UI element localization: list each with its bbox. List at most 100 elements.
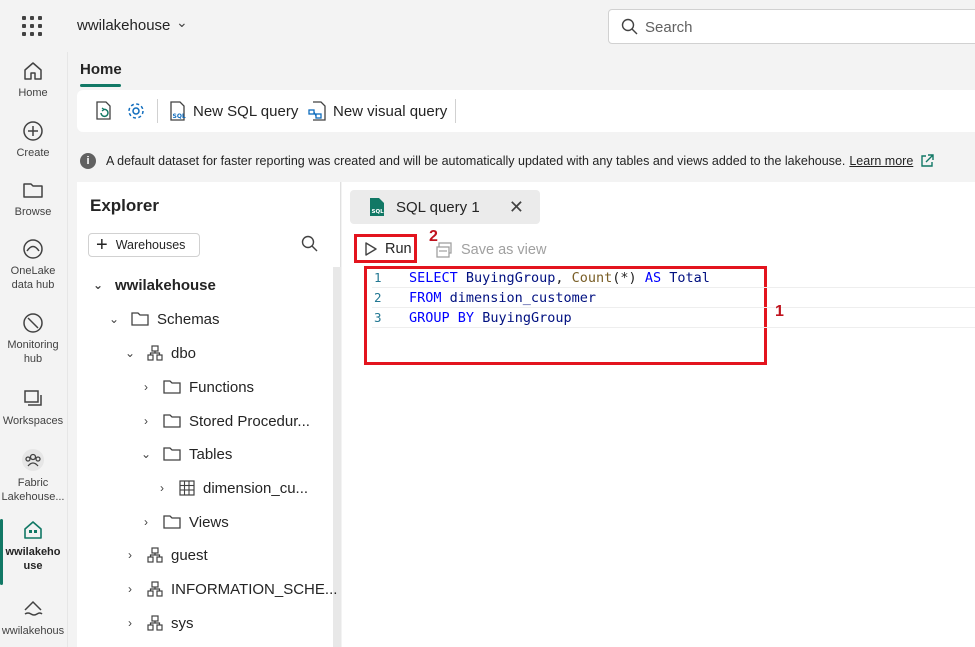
info-message: A default dataset for faster reporting w… [106, 154, 846, 168]
warehouses-label: Warehouses [115, 238, 186, 252]
tree-item-lakehouse[interactable]: ⌄ wwilakehouse [91, 273, 216, 297]
rail-item-monitoring[interactable]: Monitoring hub [0, 312, 66, 366]
code-line-text: FROM dimension_customer [409, 290, 596, 306]
new-visual-query-button[interactable]: New visual query [307, 98, 447, 124]
code-line-text: SELECT BuyingGroup, Count(*) AS Total [409, 270, 710, 286]
rail-item-fabric-lakehouse[interactable]: Fabric Lakehouse... [0, 448, 66, 504]
home-icon [24, 62, 42, 80]
chevron-down-icon[interactable]: ⌄ [91, 278, 105, 292]
query-editor-panel: SQL SQL query 1 ✕ Run 2 Save as view 1 S… [342, 182, 975, 647]
chevron-down-icon[interactable]: ⌄ [107, 312, 121, 326]
rail-item-onelake[interactable]: OneLake data hub [0, 238, 66, 292]
sql-file-icon: SQL [170, 101, 186, 121]
fabric-lakehouse-icon [22, 449, 44, 471]
tree-item-views[interactable]: › Views [139, 510, 229, 534]
rail-item-wwilakehouse-2[interactable]: wwilakehous [0, 598, 66, 638]
settings-button[interactable] [125, 98, 151, 124]
code-line-text: GROUP BY BuyingGroup [409, 310, 572, 326]
chevron-right-icon[interactable]: › [123, 548, 137, 562]
onelake-icon [23, 239, 43, 259]
tree-label: guest [171, 546, 208, 564]
tree-label: wwilakehouse [115, 276, 216, 294]
rail-item-workspaces[interactable]: Workspaces [0, 388, 66, 428]
tree-label: dimension_cu... [203, 479, 309, 497]
code-line[interactable]: 3 GROUP BY BuyingGroup [372, 308, 975, 328]
chevron-down-icon[interactable]: ⌄ [123, 346, 137, 360]
learn-more-link[interactable]: Learn more [849, 154, 913, 168]
line-number: 1 [374, 270, 382, 285]
tree-item-stored-procedures[interactable]: › Stored Procedur... [139, 409, 310, 433]
chevron-right-icon[interactable]: › [155, 481, 169, 495]
explorer-title: Explorer [90, 196, 159, 215]
code-line[interactable]: 1 SELECT BuyingGroup, Count(*) AS Total [372, 268, 975, 288]
rail-item-create[interactable]: Create [0, 120, 66, 160]
refresh-button[interactable] [93, 98, 119, 124]
add-warehouses-button[interactable]: + Warehouses [88, 233, 200, 257]
run-label: Run [385, 240, 412, 257]
tree-label: Tables [189, 445, 233, 463]
lakehouse-water-icon [24, 600, 43, 616]
sql-code-editor[interactable]: 1 SELECT BuyingGroup, Count(*) AS Total … [372, 268, 975, 328]
create-icon [23, 121, 43, 141]
rail-label: wwilakehous [1, 625, 65, 637]
rail-label: Browse [14, 206, 52, 218]
visual-query-icon [308, 101, 326, 121]
refresh-icon [96, 101, 111, 120]
callout-number-1: 1 [775, 303, 784, 320]
chevron-right-icon[interactable]: › [139, 414, 153, 428]
save-as-view-button[interactable]: Save as view [435, 241, 546, 259]
save-as-view-label: Save as view [461, 242, 547, 258]
chevron-down-icon[interactable]: ⌄ [139, 447, 153, 461]
chevron-right-icon[interactable]: › [123, 582, 137, 596]
rail-item-browse[interactable]: Browse [0, 179, 66, 219]
tab-sql-query-1[interactable]: SQL SQL query 1 ✕ [350, 190, 540, 224]
gear-icon [128, 103, 144, 119]
new-sql-query-button[interactable]: SQL New SQL query [167, 98, 298, 124]
svg-text:SQL: SQL [372, 209, 385, 215]
external-link-icon[interactable] [919, 153, 935, 169]
schema-icon [147, 345, 163, 361]
app-launcher-icon[interactable] [22, 16, 42, 36]
tree-label: Schemas [157, 310, 220, 328]
rail-item-wwilakehouse[interactable]: wwilakehouse [0, 519, 66, 585]
tree-item-dimension-customer[interactable]: › dimension_cu... [155, 476, 308, 500]
run-button[interactable]: Run [354, 234, 417, 263]
rail-label: OneLake data hub [10, 265, 56, 291]
search-box[interactable]: Search [608, 9, 975, 44]
plus-icon: + [96, 234, 108, 256]
tab-label: SQL query 1 [396, 198, 480, 216]
tree-item-tables[interactable]: ⌄ Tables [139, 442, 232, 466]
line-number: 3 [374, 310, 382, 325]
tree-label: Views [189, 513, 229, 531]
close-icon[interactable]: ✕ [509, 197, 524, 218]
rail-item-home[interactable]: Home [0, 60, 66, 100]
tree-item-dbo[interactable]: ⌄ dbo [123, 341, 196, 365]
lakehouse-icon [24, 521, 42, 539]
chevron-right-icon[interactable]: › [123, 616, 137, 630]
line-number: 2 [374, 290, 382, 305]
workspace-title[interactable]: wwilakehouse [77, 17, 170, 34]
tree-label: dbo [171, 344, 197, 362]
ribbon-toolbar: SQL New SQL query New visual query [77, 90, 975, 132]
tree-item-information-schema[interactable]: › INFORMATION_SCHE... [123, 577, 337, 601]
info-icon: i [80, 153, 96, 169]
tree-item-functions[interactable]: › Functions [139, 375, 254, 399]
ribbon-divider [157, 99, 158, 123]
chevron-down-icon[interactable]: ⌄ [176, 14, 188, 31]
folder-icon [163, 446, 181, 462]
left-nav-rail: Home Create Browse OneLake data hub Moni… [0, 52, 68, 647]
svg-text:SQL: SQL [173, 113, 186, 120]
search-icon[interactable] [301, 235, 319, 253]
schema-icon [147, 581, 163, 597]
code-line[interactable]: 2 FROM dimension_customer [372, 288, 975, 308]
rail-label: Fabric Lakehouse... [1, 477, 65, 503]
table-icon [179, 480, 195, 496]
tree-label: INFORMATION_SCHE... [171, 580, 338, 598]
tree-item-guest[interactable]: › guest [123, 543, 208, 567]
chevron-right-icon[interactable]: › [139, 380, 153, 394]
tab-home[interactable]: Home [80, 61, 122, 78]
tree-item-sys[interactable]: › sys [123, 611, 194, 635]
chevron-right-icon[interactable]: › [139, 515, 153, 529]
rail-label: Home [18, 87, 48, 99]
tree-item-schemas[interactable]: ⌄ Schemas [107, 307, 220, 331]
